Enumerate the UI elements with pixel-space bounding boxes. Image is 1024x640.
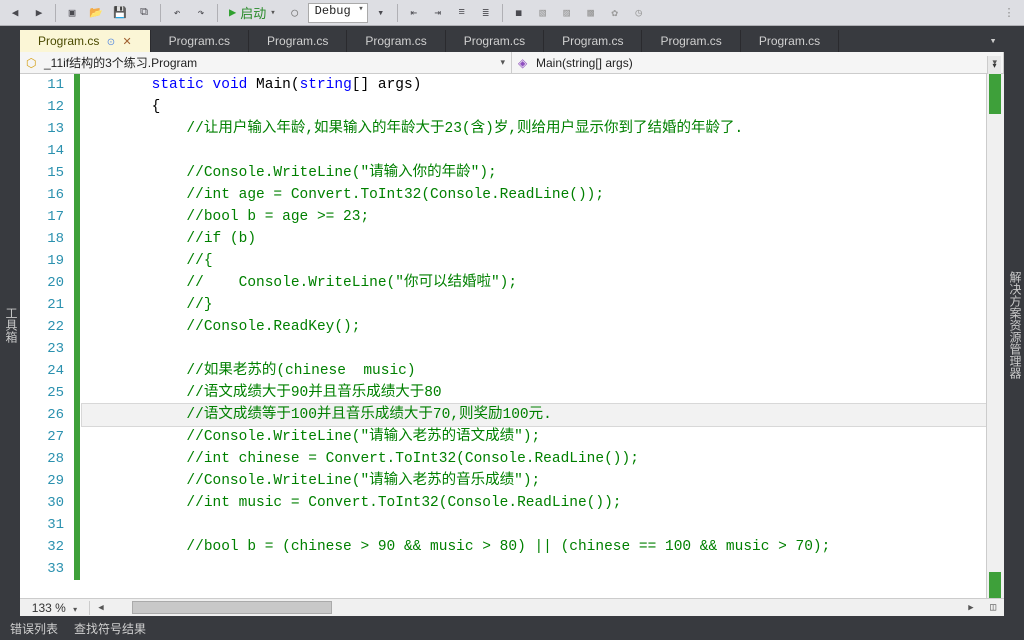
tab-label: Program.cs (169, 34, 230, 48)
find-results-tab[interactable]: 查找符号结果 (74, 620, 146, 637)
code-lines[interactable]: static void Main(string[] args) { //让用户输… (80, 74, 986, 598)
comment-icon[interactable]: ≡ (451, 2, 473, 24)
split-icon[interactable]: ◫ (982, 597, 1004, 617)
tab[interactable]: Program.cs (446, 30, 544, 52)
stop-icon[interactable]: ◯ (284, 2, 306, 24)
zoom-dropdown[interactable]: 133 % (20, 601, 90, 615)
right-sidebar-solution[interactable]: 解决方案资源管理器 (1004, 26, 1024, 616)
bookmark-clear-icon[interactable]: ▩ (580, 2, 602, 24)
config-dropdown[interactable]: Debug (308, 3, 368, 23)
zoom-label: 133 % (32, 601, 66, 615)
pin-icon[interactable]: ⊙ (107, 37, 115, 48)
dropdown-2[interactable]: ▾ (370, 2, 392, 24)
bookmark-icon[interactable]: ◼ (508, 2, 530, 24)
nav-class-label: _11if结构的3个练习.Program (44, 54, 197, 71)
method-icon: ◈ (518, 56, 532, 70)
save-all-icon[interactable]: ⧉ (133, 2, 155, 24)
redo-icon[interactable]: ↷ (190, 2, 212, 24)
start-debug-button[interactable]: ▶ 启动 ▾ (223, 2, 282, 24)
tab-label: Program.cs (38, 34, 99, 48)
class-icon: ⬡ (26, 56, 40, 70)
nav-back-icon[interactable]: ◀ (4, 2, 26, 24)
marker (989, 74, 1001, 114)
code-area: 1112131415161718192021222324252627282930… (20, 74, 1004, 598)
marker (989, 572, 1001, 598)
tab-label: Program.cs (660, 34, 721, 48)
nav-bar: ⬡ _11if结构的3个练习.Program ◈ Main(string[] a… (20, 52, 1004, 74)
bookmark-next-icon[interactable]: ▨ (556, 2, 578, 24)
scroll-right-icon[interactable]: ▶ (960, 597, 982, 617)
separator (397, 4, 398, 22)
bookmark-prev-icon[interactable]: ▧ (532, 2, 554, 24)
tab-label: Program.cs (759, 34, 820, 48)
main-toolbar: ◀ ▶ ▣ 📂 💾 ⧉ ↶ ↷ ▶ 启动 ▾ ◯ Debug ▾ ⇤ ⇥ ≡ ≣… (0, 0, 1024, 26)
separator (502, 4, 503, 22)
tab-label: Program.cs (464, 34, 525, 48)
chevron-down-icon: ▾ (270, 8, 275, 18)
solution-label: 解决方案资源管理器 (1008, 271, 1022, 379)
tab-label: Program.cs (562, 34, 623, 48)
tab[interactable]: Program.cs (249, 30, 347, 52)
chevron-icon[interactable]: ⋮ (998, 2, 1020, 24)
settings-icon[interactable]: ✿ (604, 2, 626, 24)
tabs-overflow-icon[interactable]: ▾ (982, 30, 1004, 52)
h-scroll: 133 % ◀ ▶ ◫ (20, 598, 1004, 616)
nav-member-dropdown[interactable]: ◈ Main(string[] args) ▾ (512, 52, 1004, 73)
scroll-left-icon[interactable]: ◀ (90, 597, 112, 617)
play-icon: ▶ (229, 5, 236, 20)
scroll-thumb[interactable] (132, 601, 332, 614)
tabs-bar: Program.cs ⊙ ✕ Program.cs Program.cs Pro… (20, 26, 1004, 52)
indent-dec-icon[interactable]: ⇤ (403, 2, 425, 24)
scroll-track[interactable] (112, 599, 960, 616)
main-area: 工具箱 Program.cs ⊙ ✕ Program.cs Program.cs… (0, 26, 1024, 616)
new-icon[interactable]: ▣ (61, 2, 83, 24)
bottom-bar: 错误列表 查找符号结果 (0, 616, 1024, 640)
separator (217, 4, 218, 22)
open-icon[interactable]: 📂 (85, 2, 107, 24)
config-label: Debug (315, 4, 351, 18)
nav-fwd-icon[interactable]: ▶ (28, 2, 50, 24)
nav-class-dropdown[interactable]: ⬡ _11if结构的3个练习.Program (20, 52, 512, 73)
tab[interactable]: Program.cs (741, 30, 839, 52)
tab-label: Program.cs (365, 34, 426, 48)
tab[interactable]: Program.cs (642, 30, 740, 52)
help-icon[interactable]: ◷ (628, 2, 650, 24)
overview-ruler[interactable] (986, 74, 1004, 598)
save-icon[interactable]: 💾 (109, 2, 131, 24)
tab-label: Program.cs (267, 34, 328, 48)
undo-icon[interactable]: ↶ (166, 2, 188, 24)
tab-active[interactable]: Program.cs ⊙ ✕ (20, 30, 151, 52)
toolbox-label: 工具箱 (4, 307, 18, 343)
tab[interactable]: Program.cs (151, 30, 249, 52)
nav-member-label: Main(string[] args) (536, 56, 633, 70)
chevron-down-icon[interactable]: ▾ (987, 56, 1001, 74)
separator (160, 4, 161, 22)
error-list-tab[interactable]: 错误列表 (10, 620, 58, 637)
indent-inc-icon[interactable]: ⇥ (427, 2, 449, 24)
separator (55, 4, 56, 22)
editor-panel: Program.cs ⊙ ✕ Program.cs Program.cs Pro… (20, 26, 1004, 616)
close-icon[interactable]: ✕ (122, 36, 131, 48)
tab[interactable]: Program.cs (544, 30, 642, 52)
tab[interactable]: Program.cs (347, 30, 445, 52)
start-label: 启动 (240, 3, 266, 22)
uncomment-icon[interactable]: ≣ (475, 2, 497, 24)
left-sidebar-toolbox[interactable]: 工具箱 (0, 26, 20, 616)
line-gutter: 1112131415161718192021222324252627282930… (20, 74, 74, 598)
